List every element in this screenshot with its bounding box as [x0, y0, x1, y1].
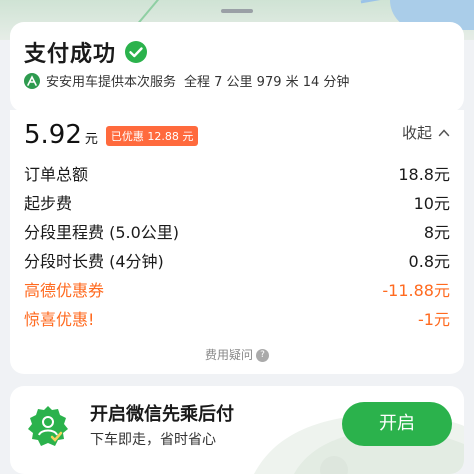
fee-label: 高德优惠券: [24, 281, 105, 300]
drag-handle[interactable]: [221, 9, 253, 13]
fee-value: 8元: [423, 223, 450, 242]
promo-title: 开启微信先乘后付: [90, 404, 234, 425]
fee-row-coupon: 高德优惠券 -11.88元: [24, 276, 450, 305]
payment-status-card: 支付成功 安安用车提供本次服务 全程 7 公里 979 米 14 分钟: [10, 22, 464, 112]
paid-amount: 5.92: [24, 120, 82, 150]
fee-row-total: 订单总额 18.8元: [24, 160, 450, 189]
fee-label: 订单总额: [24, 165, 89, 184]
check-circle-icon: [125, 41, 148, 63]
fee-label: 惊喜优惠!: [24, 310, 95, 329]
fee-label: 起步费: [24, 194, 73, 213]
anan-logo-icon: [24, 72, 40, 89]
fee-row-duration: 分段时长费 (4分钟) 0.8元: [24, 247, 450, 276]
fee-value: 10元: [413, 194, 450, 213]
service-provider-text: 安安用车提供本次服务: [46, 75, 177, 90]
discount-badge: 已优惠 12.88 元: [105, 126, 199, 146]
collapse-button[interactable]: 收起: [402, 122, 450, 143]
paid-amount-unit: 元: [84, 132, 98, 147]
wechat-pay-promo-card: 开启微信先乘后付 下车即走，省时省心 开启: [10, 386, 464, 474]
fee-list: 订单总额 18.8元 起步费 10元 分段里程费 (5.0公里) 8元 分段时长…: [24, 160, 450, 334]
fee-detail-card: 5.92 元 已优惠 12.88 元 收起 订单总额 18.8元 起步费 10元…: [10, 110, 464, 374]
page-title: 支付成功: [24, 42, 117, 67]
open-button[interactable]: 开启: [342, 402, 452, 446]
collapse-label: 收起: [401, 124, 432, 142]
fee-label: 分段时长费 (4分钟): [24, 252, 164, 271]
promo-subtitle: 下车即走，省时省心: [90, 432, 216, 448]
trip-summary: 全程 7 公里 979 米 14 分钟: [184, 75, 350, 90]
fee-label: 分段里程费 (5.0公里): [24, 223, 180, 242]
fee-row-surprise: 惊喜优惠! -1元: [24, 305, 450, 334]
question-circle-icon: ?: [256, 349, 269, 362]
chevron-up-icon: [438, 128, 450, 136]
fee-row-distance: 分段里程费 (5.0公里) 8元: [24, 218, 450, 247]
fee-help-link[interactable]: 费用疑问?: [10, 346, 464, 363]
fee-value: -11.88元: [382, 281, 450, 300]
fee-help-label: 费用疑问: [204, 348, 253, 362]
fee-value: -1元: [418, 310, 450, 329]
fee-value: 0.8元: [408, 252, 450, 271]
fee-row-base: 起步费 10元: [24, 189, 450, 218]
shield-badge-icon: [28, 406, 68, 446]
fee-value: 18.8元: [398, 165, 450, 184]
